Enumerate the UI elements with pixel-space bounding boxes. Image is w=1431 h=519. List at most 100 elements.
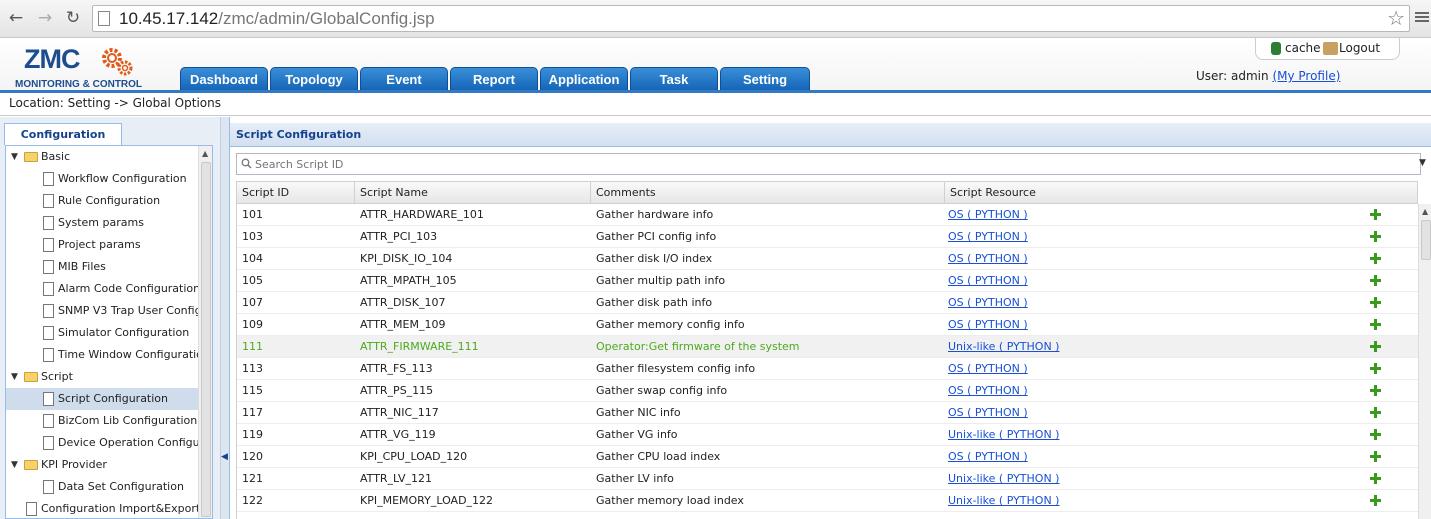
add-icon[interactable] [1370, 385, 1381, 396]
my-profile-link[interactable]: (My Profile) [1272, 69, 1340, 83]
tree-item[interactable]: Device Operation Configurat [6, 432, 212, 454]
tree-item[interactable]: BizCom Lib Configuration [6, 410, 198, 432]
script-resource-link[interactable]: Unix-like ( PYTHON ) [948, 336, 1059, 357]
caret-down-icon[interactable]: ▼ [11, 366, 18, 388]
script-resource-link[interactable]: Unix-like ( PYTHON ) [948, 490, 1059, 511]
add-icon[interactable] [1370, 253, 1381, 264]
address-bar[interactable]: 10.45.17.142/zmc/admin/GlobalConfig.jsp … [92, 5, 1410, 32]
script-resource-link[interactable]: OS ( PYTHON ) [948, 270, 1028, 291]
tree-item[interactable]: Time Window Configuration [6, 344, 210, 366]
script-resource-link[interactable]: OS ( PYTHON ) [948, 292, 1028, 313]
table-row[interactable]: 122 KPI_MEMORY_LOAD_122 Gather memory load… [237, 490, 1418, 512]
caret-down-icon[interactable]: ▼ [11, 454, 18, 476]
add-icon[interactable] [1370, 363, 1381, 374]
chevron-down-icon[interactable]: ▼ [1419, 158, 1426, 168]
tab-task[interactable]: Task [630, 67, 718, 90]
tab-application[interactable]: Application [540, 67, 628, 90]
add-icon[interactable] [1370, 407, 1381, 418]
tree-folder[interactable]: ▼ KPI Provider [6, 454, 198, 476]
tree-folder[interactable]: ▼ Script [6, 366, 198, 388]
add-icon[interactable] [1370, 275, 1381, 286]
table-row[interactable]: 111 ATTR_FIRMWARE_111 Operator:Get firmwar… [237, 336, 1418, 358]
tree-scrollbar[interactable]: ▲ [198, 146, 212, 518]
browser-menu-icon[interactable] [1415, 10, 1429, 26]
script-resource-link[interactable]: OS ( PYTHON ) [948, 358, 1028, 379]
search-input[interactable] [255, 156, 1405, 172]
tab-configuration-view[interactable]: Configuration view [4, 123, 122, 162]
collapse-arrow-icon[interactable]: ◀ [221, 452, 228, 462]
tab-topology[interactable]: Topology [270, 67, 358, 90]
tree-item[interactable]: Rule Configuration [6, 190, 198, 212]
script-resource-link[interactable]: OS ( PYTHON ) [948, 248, 1028, 269]
back-arrow-icon[interactable]: ← [6, 8, 26, 28]
tree-item[interactable]: Project params [6, 234, 198, 256]
add-icon[interactable] [1370, 429, 1381, 440]
col-comments[interactable]: Comments [591, 182, 945, 203]
table-row[interactable]: 117 ATTR_NIC_117 Gather NIC info OS ( PYTHO… [237, 402, 1418, 424]
table-row[interactable]: 115 ATTR_PS_115 Gather swap config info OS … [237, 380, 1418, 402]
table-row[interactable]: 104 KPI_DISK_IO_104 Gather disk I/O index O… [237, 248, 1418, 270]
cell-comments: Gather CPU load index [596, 450, 721, 463]
script-resource-link[interactable]: OS ( PYTHON ) [948, 204, 1028, 225]
scroll-thumb[interactable] [1421, 220, 1431, 260]
script-resource-link[interactable]: Unix-like ( PYTHON ) [948, 468, 1059, 489]
tree-item[interactable]: System params [6, 212, 198, 234]
forward-arrow-icon[interactable]: → [35, 8, 55, 28]
tab-setting[interactable]: Setting [720, 67, 810, 90]
table-scrollbar[interactable]: ▲ [1418, 204, 1431, 519]
reload-icon[interactable]: ↻ [63, 8, 83, 28]
table-row[interactable]: 119 ATTR_VG_119 Gather VG info Unix-like ( … [237, 424, 1418, 446]
script-resource-link[interactable]: OS ( PYTHON ) [948, 446, 1028, 467]
script-resource-link[interactable]: OS ( PYTHON ) [948, 314, 1028, 335]
tree-item[interactable]: Configuration Import&Export [6, 498, 200, 518]
table-row[interactable]: 101 ATTR_HARDWARE_101 Gather hardware info… [237, 204, 1418, 226]
tree-item[interactable]: MIB Files [6, 256, 198, 278]
cell-script-id: 121 [242, 472, 263, 485]
tree-item[interactable]: SNMP V3 Trap User Configura [6, 300, 212, 322]
col-script-id[interactable]: Script ID [237, 182, 355, 203]
sidebar-collapse-handle[interactable]: ◀ [220, 117, 229, 519]
tree-item[interactable]: Alarm Code Configuration [6, 278, 200, 300]
bookmark-star-icon[interactable]: ☆ [1387, 6, 1405, 30]
table-row[interactable]: 113 ATTR_FS_113 Gather filesystem config i… [237, 358, 1418, 380]
cell-script-name: ATTR_PCI_103 [360, 230, 438, 243]
col-script-resource[interactable]: Script Resource [945, 182, 1417, 203]
script-resource-link[interactable]: Unix-like ( PYTHON ) [948, 424, 1059, 445]
script-resource-link[interactable]: OS ( PYTHON ) [948, 402, 1028, 423]
table-row[interactable]: 121 ATTR_LV_121 Gather LV info Unix-like ( … [237, 468, 1418, 490]
scroll-thumb[interactable] [201, 162, 211, 517]
add-icon[interactable] [1370, 451, 1381, 462]
tree-folder[interactable]: ▼ Basic [6, 146, 198, 168]
tree-item[interactable]: Workflow Configuration [6, 168, 198, 190]
add-icon[interactable] [1370, 209, 1381, 220]
cell-script-name: ATTR_LV_121 [360, 472, 432, 485]
caret-down-icon[interactable]: ▼ [11, 146, 18, 168]
tree-item[interactable]: Data Set Configuration [6, 476, 198, 498]
cache-link[interactable]: cache [1285, 41, 1321, 55]
add-icon[interactable] [1370, 495, 1381, 506]
scroll-up-icon[interactable]: ▲ [202, 149, 208, 158]
tree-item[interactable]: Script Configuration [6, 388, 198, 410]
tree-item[interactable]: Simulator Configuration [6, 322, 198, 344]
tab-report[interactable]: Report [450, 67, 538, 90]
script-resource-link[interactable]: OS ( PYTHON ) [948, 226, 1028, 247]
cache-icon[interactable] [1271, 42, 1281, 55]
table-row[interactable]: 107 ATTR_DISK_107 Gather disk path info OS … [237, 292, 1418, 314]
add-icon[interactable] [1370, 319, 1381, 330]
add-icon[interactable] [1370, 231, 1381, 242]
search-box[interactable] [236, 153, 1421, 175]
tab-event[interactable]: Event [360, 67, 448, 90]
logout-link[interactable]: Logout [1339, 41, 1380, 55]
table-row[interactable]: 105 ATTR_MPATH_105 Gather multip path info… [237, 270, 1418, 292]
table-row[interactable]: 120 KPI_CPU_LOAD_120 Gather CPU load index… [237, 446, 1418, 468]
scroll-up-icon[interactable]: ▲ [1422, 207, 1428, 216]
table-row[interactable]: 103 ATTR_PCI_103 Gather PCI config info OS … [237, 226, 1418, 248]
table-row[interactable]: 109 ATTR_MEM_109 Gather memory config info… [237, 314, 1418, 336]
logout-icon[interactable] [1323, 42, 1338, 55]
add-icon[interactable] [1370, 473, 1381, 484]
add-icon[interactable] [1370, 341, 1381, 352]
script-resource-link[interactable]: OS ( PYTHON ) [948, 380, 1028, 401]
add-icon[interactable] [1370, 297, 1381, 308]
col-script-name[interactable]: Script Name [355, 182, 591, 203]
tab-dashboard[interactable]: Dashboard [180, 67, 268, 90]
